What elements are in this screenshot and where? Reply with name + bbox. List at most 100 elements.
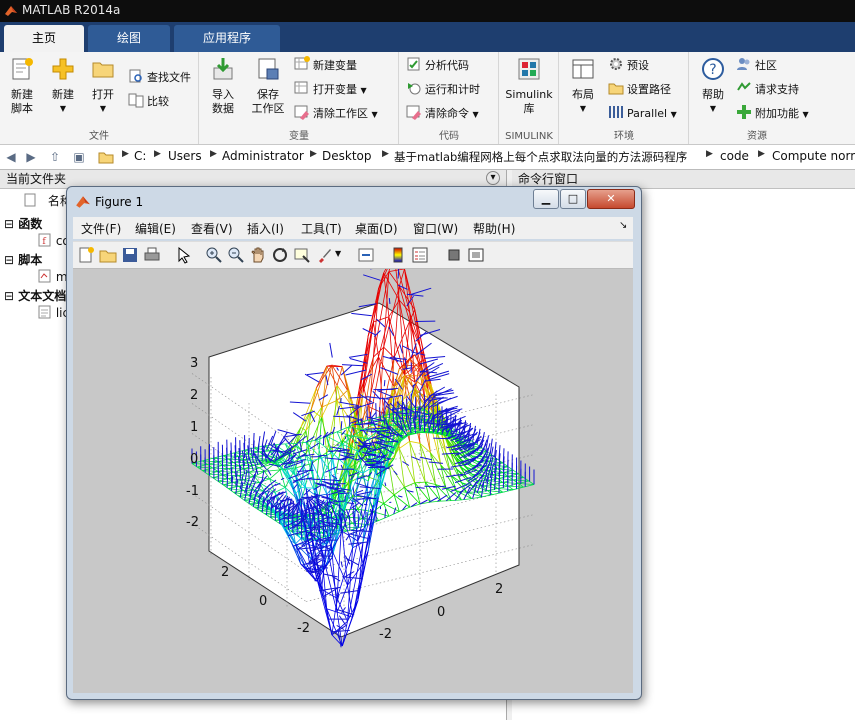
clear-commands-label: 清除命令 <box>425 107 469 120</box>
collapse-icon[interactable]: ⊟ <box>4 253 14 267</box>
collapse-icon[interactable]: ⊟ <box>4 217 14 231</box>
brush-icon[interactable] <box>315 246 333 264</box>
open-variable-label: 打开变量 <box>313 83 357 96</box>
up-folder-icon[interactable]: ⇧ <box>46 148 64 166</box>
import-data-button[interactable]: 导入 数据 <box>204 56 242 116</box>
browse-folder-icon[interactable]: ▣ <box>70 148 88 166</box>
y-tick-label: -2 <box>297 621 310 636</box>
breadcrumb-c[interactable]: C: <box>134 149 146 163</box>
minimize-icon: ▁ <box>541 192 551 205</box>
clear-workspace-button[interactable]: 清除工作区 ▼ <box>294 104 378 124</box>
zoom-in-icon[interactable] <box>205 246 223 264</box>
list-item[interactable]: m <box>38 269 68 284</box>
colorbar-icon[interactable] <box>389 246 407 264</box>
save-workspace-button[interactable]: 保存 工作区 <box>246 56 290 116</box>
breadcrumb-compute-norm[interactable]: Compute norm <box>772 149 855 163</box>
legend-icon[interactable] <box>411 246 429 264</box>
panel-menu-icon[interactable]: ▾ <box>486 171 500 185</box>
preferences-button[interactable]: 预设 <box>608 56 649 76</box>
matlab-logo-icon <box>76 196 90 208</box>
tab-plots[interactable]: 绘图 <box>88 25 170 52</box>
open-label: 打开 <box>92 88 114 101</box>
plus-icon <box>737 105 751 119</box>
minimize-button[interactable]: ▁ <box>533 189 559 209</box>
close-button[interactable]: ✕ <box>587 189 635 209</box>
plot-canvas[interactable]: 3 2 1 0 -1 -2 2 0 -2 -2 0 2 <box>73 269 633 693</box>
list-item[interactable]: lic <box>38 305 69 320</box>
pointer-icon[interactable] <box>175 246 193 264</box>
analyze-code-button[interactable]: 分析代码 <box>406 56 469 76</box>
compare-button[interactable]: 比较 <box>128 92 169 112</box>
help-icon: ? <box>702 58 724 80</box>
dock-arrow-icon[interactable]: ↘ <box>619 220 627 231</box>
menu-view[interactable]: 查看(V) <box>191 220 233 237</box>
parallel-button[interactable]: Parallel ▼ <box>608 104 677 124</box>
menu-tools[interactable]: 工具(T) <box>301 220 342 237</box>
gear-icon <box>610 58 622 70</box>
breadcrumb-project-folder[interactable]: 基于matlab编程网格上每个点求取法向量的方法源码程序 <box>394 149 687 165</box>
menu-window[interactable]: 窗口(W) <box>413 220 458 237</box>
figure-menu-bar: 文件(F) 编辑(E) 查看(V) 插入(I) 工具(T) 桌面(D) 窗口(W… <box>73 217 633 239</box>
open-file-icon[interactable] <box>99 246 117 264</box>
close-icon: ✕ <box>606 192 616 205</box>
help-button[interactable]: ? 帮助 ▼ <box>694 56 732 116</box>
z-tick-label: 0 <box>190 452 199 467</box>
menu-file[interactable]: 文件(F) <box>81 220 121 237</box>
community-button[interactable]: 社区 <box>736 56 777 76</box>
hide-plot-tools-icon[interactable] <box>445 246 463 264</box>
data-cursor-icon[interactable] <box>293 246 311 264</box>
new-variable-button[interactable]: 新建变量 <box>294 56 357 76</box>
save-icon[interactable] <box>121 246 139 264</box>
group-scripts[interactable]: ⊟ 脚本 <box>4 251 42 268</box>
menu-help[interactable]: 帮助(H) <box>473 220 515 237</box>
collapse-icon[interactable]: ⊟ <box>4 289 14 303</box>
group-text-documents[interactable]: ⊟ 文本文档 <box>4 287 66 304</box>
open-button[interactable]: 打开 ▼ <box>84 56 122 116</box>
chevron-down-icon[interactable]: ▼ <box>335 249 341 258</box>
file-group-label: 文件 <box>89 131 109 142</box>
simulink-library-button[interactable]: Simulink 库 <box>504 56 554 116</box>
forward-arrow-icon[interactable]: ▶ <box>22 148 40 166</box>
new-script-button[interactable]: 新建 脚本 <box>3 56 41 116</box>
tab-apps[interactable]: 应用程序 <box>174 25 280 52</box>
layout-button[interactable]: 布局 ▼ <box>564 56 602 116</box>
find-files-button[interactable]: 查找文件 <box>128 68 191 88</box>
crumb-separator-icon: ▶ <box>210 149 217 159</box>
tab-home[interactable]: 主页 <box>4 25 84 52</box>
new-figure-icon[interactable] <box>77 246 95 264</box>
figure-window[interactable]: Figure 1 ▁ □ ✕ 文件(F) 编辑(E) 查看(V) 插入(I) 工… <box>66 186 642 700</box>
pan-hand-icon[interactable] <box>249 246 267 264</box>
menu-desktop[interactable]: 桌面(D) <box>355 220 398 237</box>
figure-toolbar: ▼ <box>73 241 633 269</box>
new-button[interactable]: 新建 ▼ <box>44 56 82 116</box>
breadcrumb-users[interactable]: Users <box>168 149 202 163</box>
preferences-label: 预设 <box>627 59 649 72</box>
group-functions[interactable]: ⊟ 函数 <box>4 215 42 232</box>
folder-icon <box>92 62 114 78</box>
menu-insert[interactable]: 插入(I) <box>247 220 284 237</box>
clear-commands-button[interactable]: 清除命令 ▼ <box>406 104 479 124</box>
surface-plot[interactable] <box>73 269 633 693</box>
show-plot-tools-icon[interactable] <box>467 246 485 264</box>
open-variable-button[interactable]: 打开变量 ▼ <box>294 80 367 100</box>
breadcrumb-desktop[interactable]: Desktop <box>322 149 372 163</box>
rotate-3d-icon[interactable] <box>271 246 289 264</box>
layout-label: 布局 <box>572 88 594 101</box>
breadcrumb-code[interactable]: code <box>720 149 749 163</box>
list-item[interactable]: f co <box>38 233 70 248</box>
run-and-time-button[interactable]: 运行和计时 <box>406 80 480 100</box>
compare-label: 比较 <box>147 95 169 108</box>
print-icon[interactable] <box>143 246 161 264</box>
folder-icon <box>98 152 114 164</box>
zoom-out-icon[interactable] <box>227 246 245 264</box>
menu-edit[interactable]: 编辑(E) <box>135 220 176 237</box>
maximize-button[interactable]: □ <box>560 189 586 209</box>
set-path-button[interactable]: 设置路径 <box>608 80 671 100</box>
column-name-header[interactable]: 名称 <box>24 192 72 209</box>
app-title: MATLAB R2014a <box>22 3 121 17</box>
link-plot-icon[interactable] <box>357 246 375 264</box>
back-arrow-icon[interactable]: ◀ <box>2 148 20 166</box>
addons-button[interactable]: 附加功能 ▼ <box>736 104 809 124</box>
breadcrumb-administrator[interactable]: Administrator <box>222 149 304 163</box>
request-support-button[interactable]: 请求支持 <box>736 80 799 100</box>
